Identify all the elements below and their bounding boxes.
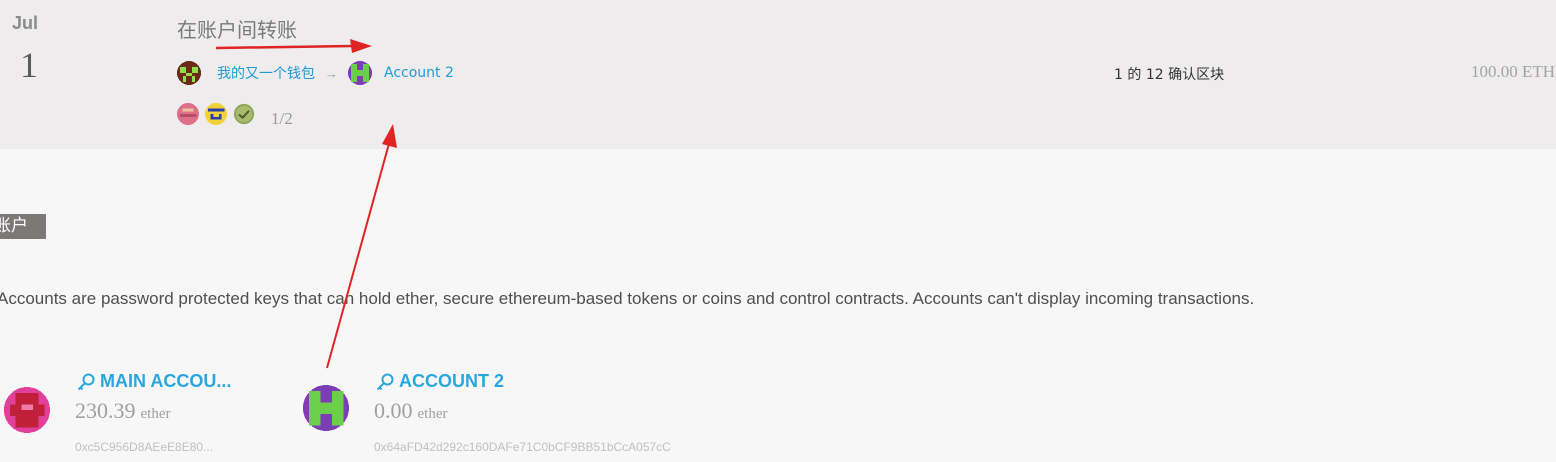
tx-amount: 100.00 ETH: [1471, 62, 1556, 81]
confirm-total: 12: [1145, 67, 1164, 83]
main-account-balance-value: 230.39: [75, 398, 136, 423]
main-account-balance: 230.39 ether: [75, 398, 170, 424]
main-account-identicon-icon: [4, 387, 50, 433]
accounts-section-title: 账户: [0, 216, 28, 236]
account-card-account2[interactable]: ACCOUNT 2 0.00 ether 0x64aFD42d292c160DAF…: [300, 365, 750, 462]
arrow-right-icon: →: [325, 65, 338, 81]
account2-balance-unit: ether: [417, 406, 448, 422]
account2-identicon-icon: [348, 61, 372, 85]
main-account-balance-unit: ether: [140, 406, 171, 422]
account2-large-identicon-icon: [303, 385, 349, 431]
tx-day: 1: [20, 45, 38, 85]
owner-approval-count: 1/2: [271, 109, 293, 128]
main-account-name-text: MAIN ACCOU...: [100, 371, 232, 391]
account2-balance-value: 0.00: [374, 398, 413, 423]
check-icon: [233, 103, 255, 125]
from-wallet-link[interactable]: 我的又一个钱包: [217, 63, 315, 83]
accounts-description: Accounts are password protected keys tha…: [0, 289, 1255, 308]
account-card-main[interactable]: MAIN ACCOU... 230.39 ether 0xc5C956D8AEeE…: [0, 365, 260, 462]
key-icon: [376, 373, 394, 390]
confirm-suffix: 确认区块: [1168, 67, 1225, 83]
account2-name-text: ACCOUNT 2: [399, 371, 505, 391]
account2-balance: 0.00 ether: [374, 398, 447, 424]
account2-name: ACCOUNT 2: [375, 371, 504, 392]
main-account-address: 0xc5C956D8AEeE8E80...: [75, 440, 214, 454]
tx-month: Jul: [12, 13, 39, 33]
accounts-section-label: 账户: [0, 214, 46, 239]
tx-title: 在账户间转账: [177, 18, 297, 42]
wallet-identicon-icon: [177, 61, 201, 85]
confirmation-status: 1 的 12 确认区块: [1114, 64, 1224, 84]
confirm-middle: 的: [1127, 67, 1142, 83]
to-account-link[interactable]: Account 2: [384, 65, 454, 81]
owner-identicon-1-icon: [177, 103, 199, 125]
main-account-name: MAIN ACCOU...: [76, 371, 231, 392]
account2-address: 0x64aFD42d292c160DAFe71C0bCF9BB51bCcA057…: [374, 440, 671, 454]
tx-owner-approvals: 1/2: [177, 99, 293, 129]
transaction-row[interactable]: Jul 1 在账户间转账 我的又一个钱包 → Account 2 1/2 1 的…: [0, 0, 1556, 149]
annotation-arrow-vertical: [326, 124, 397, 369]
tx-parties: 我的又一个钱包 → Account 2: [177, 60, 454, 86]
key-icon: [77, 373, 95, 390]
confirm-count: 1: [1114, 67, 1123, 83]
owner-identicon-2-icon: [205, 103, 227, 125]
